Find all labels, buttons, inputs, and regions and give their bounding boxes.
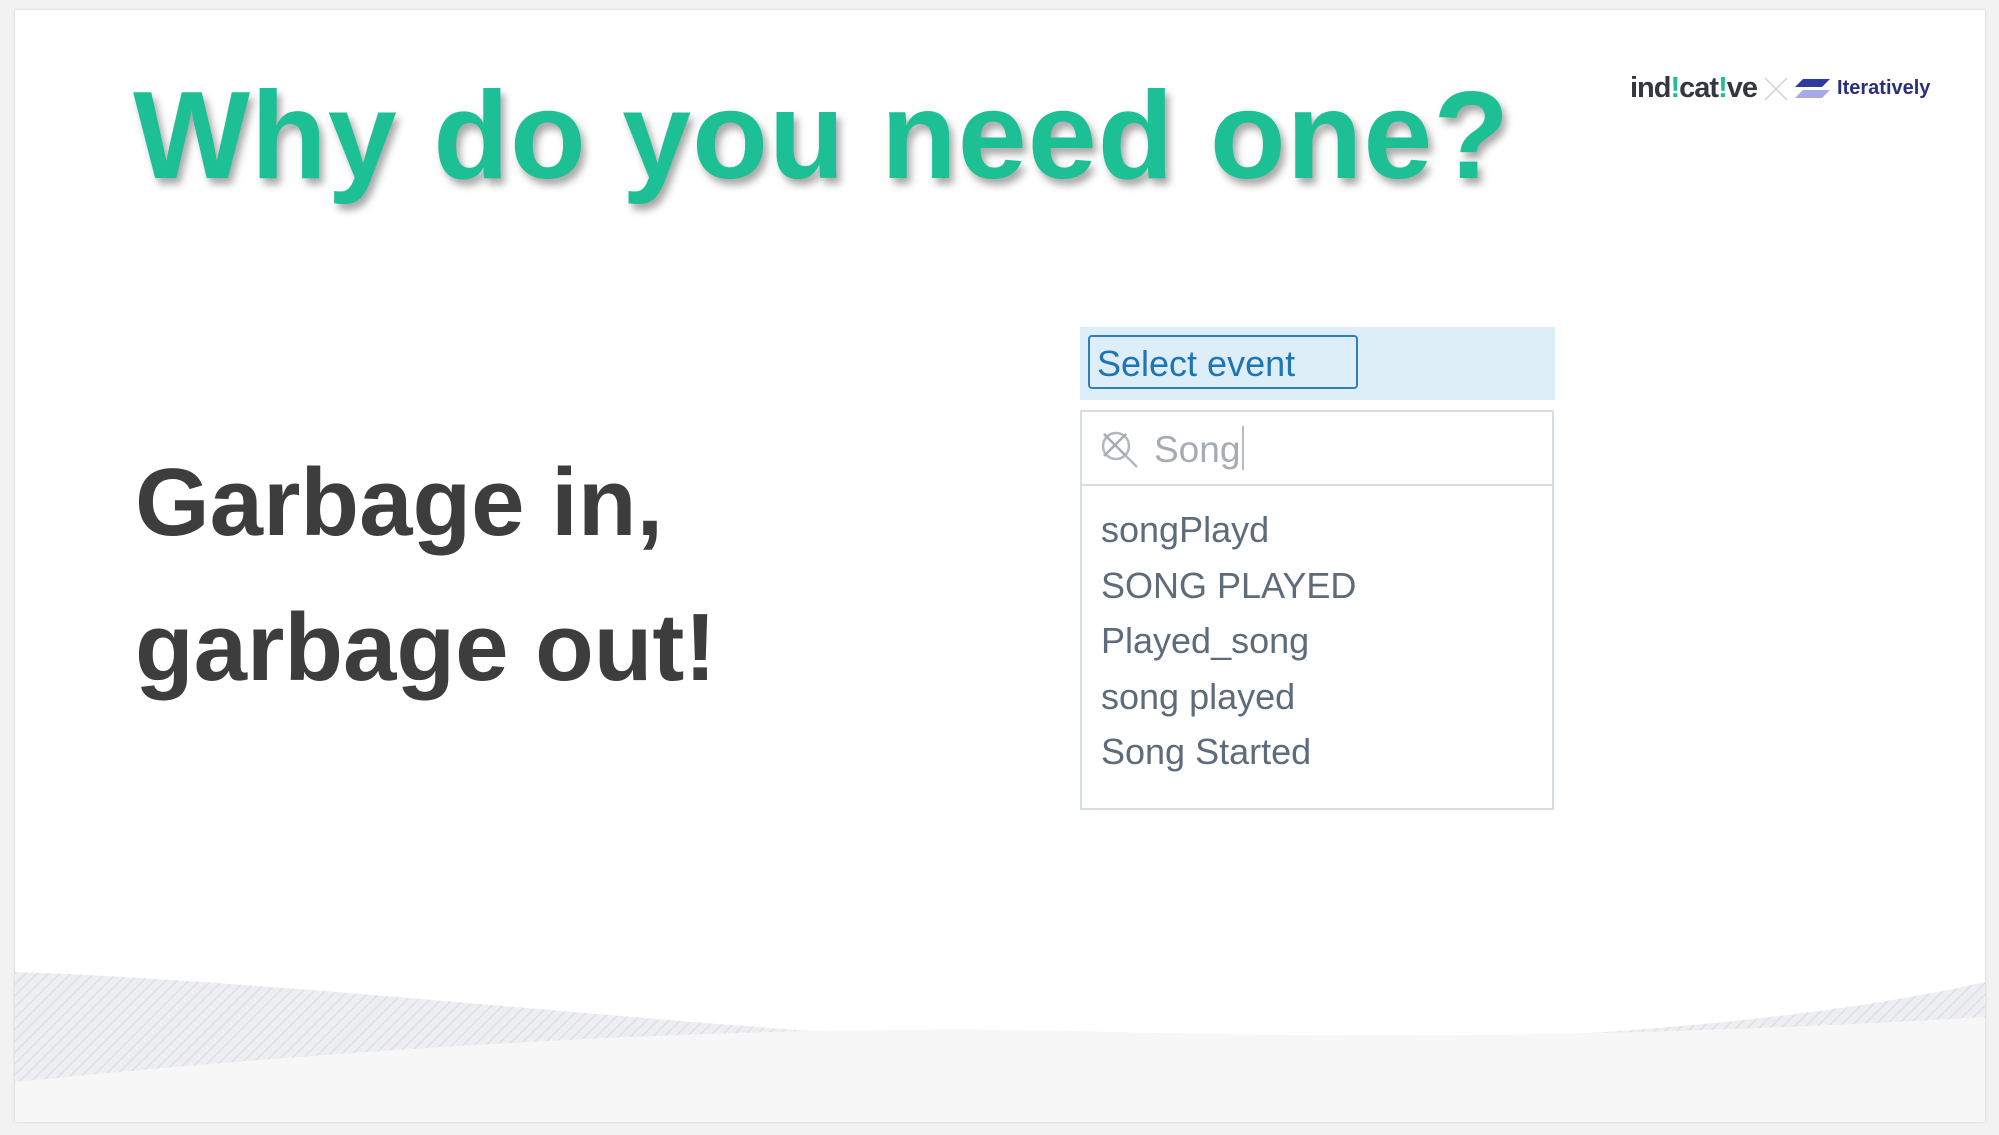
iteratively-logo-text: Iteratively bbox=[1837, 77, 1931, 99]
logo: ind!cat!ve Iteratively bbox=[1630, 72, 1930, 105]
select-event-button[interactable]: Select event bbox=[1088, 335, 1358, 389]
indicative-logo: ind!cat!ve bbox=[1630, 72, 1758, 104]
list-item[interactable]: Song Started bbox=[1082, 724, 1552, 780]
search-input[interactable]: Song bbox=[1082, 412, 1552, 486]
iteratively-logo-icon bbox=[1795, 78, 1831, 98]
select-event-bar: Select event bbox=[1080, 327, 1555, 400]
slide: Why do you need one? ind!cat!ve Iterativ… bbox=[15, 10, 1985, 1122]
tagline-line-2: garbage out! bbox=[135, 594, 717, 701]
tagline-line-1: Garbage in, bbox=[135, 449, 664, 556]
event-dropdown: Song songPlayd SONG PLAYED Played_song s… bbox=[1080, 410, 1554, 810]
list-item[interactable]: Played_song bbox=[1082, 613, 1552, 669]
list-item[interactable]: SONG PLAYED bbox=[1082, 558, 1552, 614]
tagline: Garbage in, garbage out! bbox=[135, 430, 716, 720]
list-item[interactable]: song played bbox=[1082, 669, 1552, 725]
close-icon[interactable] bbox=[1100, 430, 1130, 460]
decorative-wave bbox=[15, 972, 1985, 1122]
search-value[interactable]: Song bbox=[1154, 426, 1244, 471]
slide-title: Why do you need one? bbox=[133, 67, 1511, 205]
list-item[interactable]: songPlayd bbox=[1082, 502, 1552, 558]
results-list: songPlayd SONG PLAYED Played_song song p… bbox=[1082, 486, 1552, 780]
cross-icon bbox=[1764, 76, 1788, 101]
